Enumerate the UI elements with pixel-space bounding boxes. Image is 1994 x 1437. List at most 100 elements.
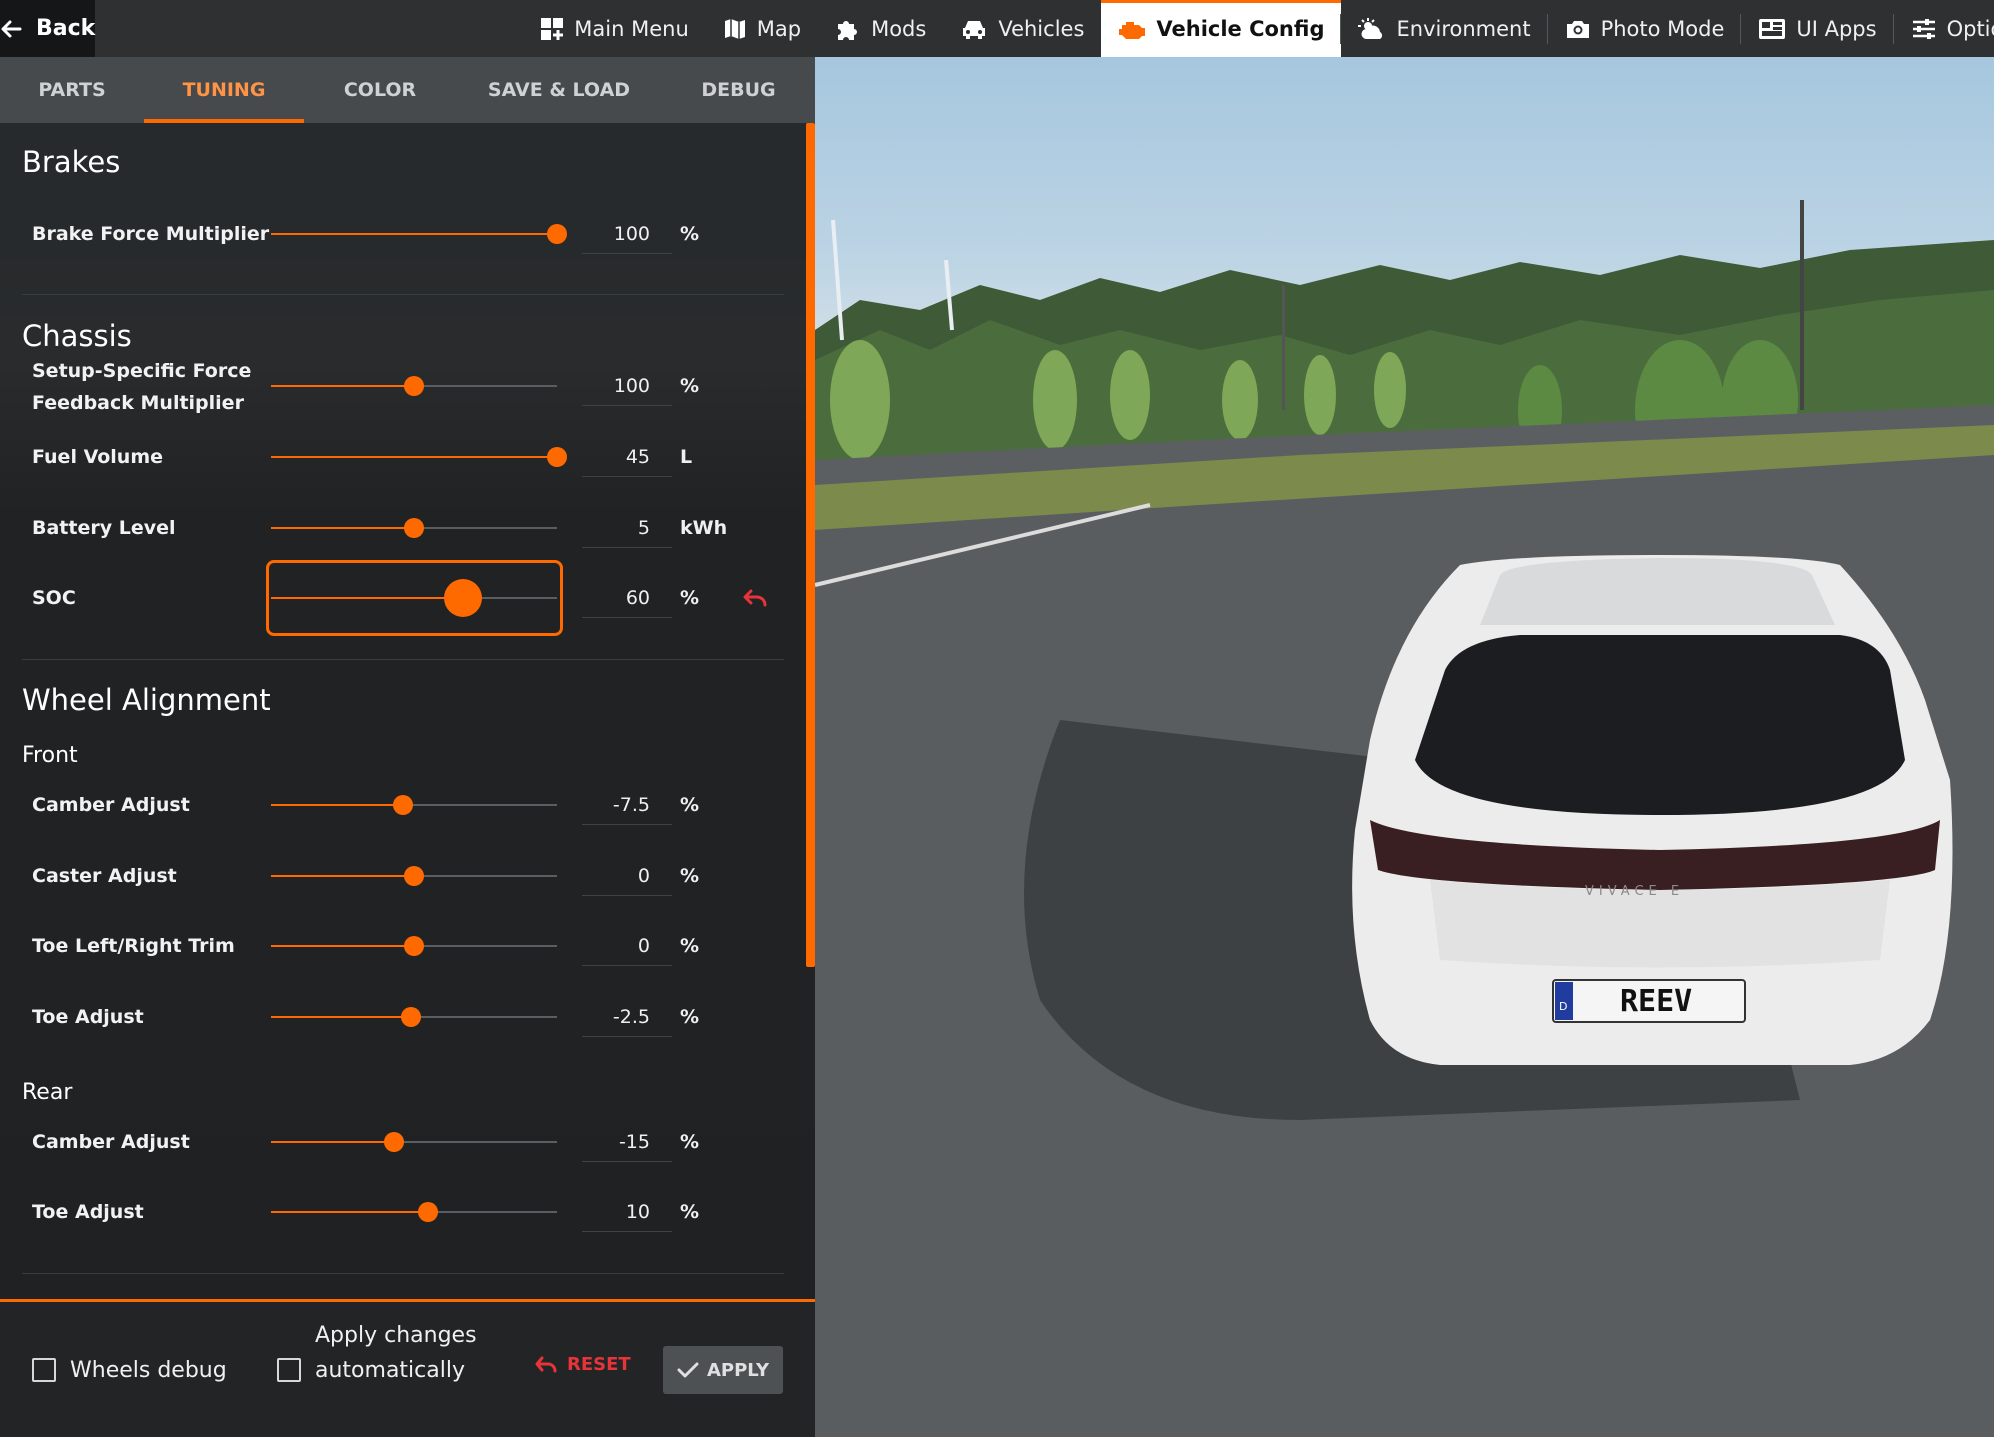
front-toe-trim-value[interactable]: 0 [582,926,672,966]
tab-tuning[interactable]: TUNING [144,57,304,123]
menu-item-ui-apps[interactable]: UI Apps [1741,0,1894,57]
slider-thumb[interactable] [384,1132,404,1152]
light-pole [1800,200,1804,410]
tab-debug[interactable]: DEBUG [662,57,815,123]
config-footer: Wheels debug Apply changes automatically… [0,1299,815,1437]
menu-item-label: Vehicles [998,16,1085,41]
soc-value[interactable]: 60 [582,578,672,618]
map-icon [724,18,745,39]
checkmark-icon [677,1362,699,1378]
soc-slider[interactable] [271,578,557,618]
front-toe-slider[interactable] [271,997,557,1037]
front-toe-value[interactable]: -2.5 [582,997,672,1037]
wheels-debug-label[interactable]: Wheels debug [70,1353,227,1388]
rear-toe-slider[interactable] [271,1192,557,1232]
apply-button[interactable]: APPLY [663,1346,783,1394]
wheels-debug-checkbox[interactable] [32,1358,56,1382]
puzzle-icon [838,20,858,40]
fuel-volume-value[interactable]: 45 [582,437,672,477]
tuning-settings-list[interactable]: Brakes Brake Force Multiplier 100 % Chas… [0,123,815,1298]
menu-item-vehicles[interactable]: Vehicles [943,0,1101,57]
light-pole-far [1282,285,1285,410]
undo-icon [535,1356,557,1372]
menu-item-label: UI Apps [1796,16,1877,41]
menu-item-vehicle-config[interactable]: Vehicle Config [1101,0,1342,57]
slider-thumb[interactable] [444,579,482,617]
arrow-left-icon [1,20,22,37]
slider-thumb[interactable] [401,1007,421,1027]
tab-color[interactable]: COLOR [304,57,456,123]
setting-label-rear-camber: Camber Adjust [32,1131,190,1153]
brake-force-slider[interactable] [271,214,567,254]
battery-level-unit: kWh [680,517,728,539]
plate-country: D [1559,1000,1568,1013]
menu-item-photo-mode[interactable]: Photo Mode [1548,0,1742,57]
tab-label: SAVE & LOAD [487,79,631,101]
ffb-multiplier-value[interactable]: 100 [582,366,672,406]
rear-camber-value[interactable]: -15 [582,1122,672,1162]
undo-icon[interactable] [743,588,769,608]
tab-label: COLOR [343,79,417,101]
back-label: Back [36,16,96,41]
apply-auto-label-line1[interactable]: Apply changes [315,1318,477,1353]
menu-item-map[interactable]: Map [706,0,818,57]
slider-thumb[interactable] [547,447,567,467]
section-title-chassis: Chassis [22,319,132,353]
slider-thumb[interactable] [418,1202,438,1222]
slider-thumb[interactable] [404,866,424,886]
setting-label-rear-toe: Toe Adjust [32,1201,144,1223]
back-button[interactable]: Back [0,0,96,57]
ffb-multiplier-unit: % [680,375,700,397]
vehicle-config-panel: PARTS TUNING COLOR SAVE & LOAD DEBUG Bra… [0,57,815,1437]
front-camber-slider[interactable] [271,785,557,825]
fuel-volume-slider[interactable] [271,437,567,477]
front-caster-unit: % [680,865,700,887]
menu-item-environment[interactable]: Environment [1341,0,1548,57]
slider-thumb[interactable] [404,936,424,956]
grid-icon [541,17,564,40]
battery-level-slider[interactable] [271,508,557,548]
tab-save-load[interactable]: SAVE & LOAD [456,57,662,123]
apply-label: APPLY [706,1359,769,1381]
divider [22,294,784,295]
sliders-icon [1912,18,1935,39]
menu-item-label: Environment [1396,16,1531,41]
tab-label: DEBUG [701,79,776,101]
menu-item-mods[interactable]: Mods [818,0,943,57]
menu-item-options[interactable]: Options [1894,0,1994,57]
menu-item-main-menu[interactable]: Main Menu [523,0,705,57]
rear-camber-slider[interactable] [271,1122,557,1162]
reset-button[interactable]: RESET [535,1354,631,1375]
brake-force-value[interactable]: 100 [582,214,672,254]
front-camber-value[interactable]: -7.5 [582,785,672,825]
tab-label: TUNING [182,79,266,101]
setting-label-fuel-volume: Fuel Volume [32,446,164,468]
apply-auto-label-line2[interactable]: automatically [315,1353,465,1388]
top-menu-bar: Back Main Menu Map Mods Vehicles Vehicle… [0,0,1994,57]
front-caster-value[interactable]: 0 [582,856,672,896]
setting-label-front-caster: Caster Adjust [32,865,177,887]
rear-toe-value[interactable]: 10 [582,1192,672,1232]
section-title-brakes: Brakes [22,145,121,179]
apply-auto-checkbox[interactable] [277,1358,301,1382]
brake-force-unit: % [680,223,700,245]
setting-label-soc: SOC [32,587,76,609]
scrollbar[interactable] [806,123,815,967]
battery-level-value[interactable]: 5 [582,508,672,548]
slider-thumb[interactable] [393,795,413,815]
ffb-multiplier-slider[interactable] [271,366,557,406]
front-caster-slider[interactable] [271,856,557,896]
car-badge: VIVACE E [1585,884,1685,899]
tab-parts[interactable]: PARTS [0,57,144,123]
config-tabs: PARTS TUNING COLOR SAVE & LOAD DEBUG [0,57,815,123]
front-toe-trim-slider[interactable] [271,926,557,966]
setting-label-ffb-line2: Feedback Multiplier [32,392,244,414]
subsection-title-rear: Rear [22,1080,73,1105]
front-toe-unit: % [680,1006,700,1028]
slider-thumb[interactable] [404,518,424,538]
setting-label-battery-level: Battery Level [32,517,176,539]
slider-thumb[interactable] [547,224,567,244]
menu-item-label: Mods [871,16,927,41]
fuel-volume-unit: L [680,446,693,468]
slider-thumb[interactable] [404,376,424,396]
